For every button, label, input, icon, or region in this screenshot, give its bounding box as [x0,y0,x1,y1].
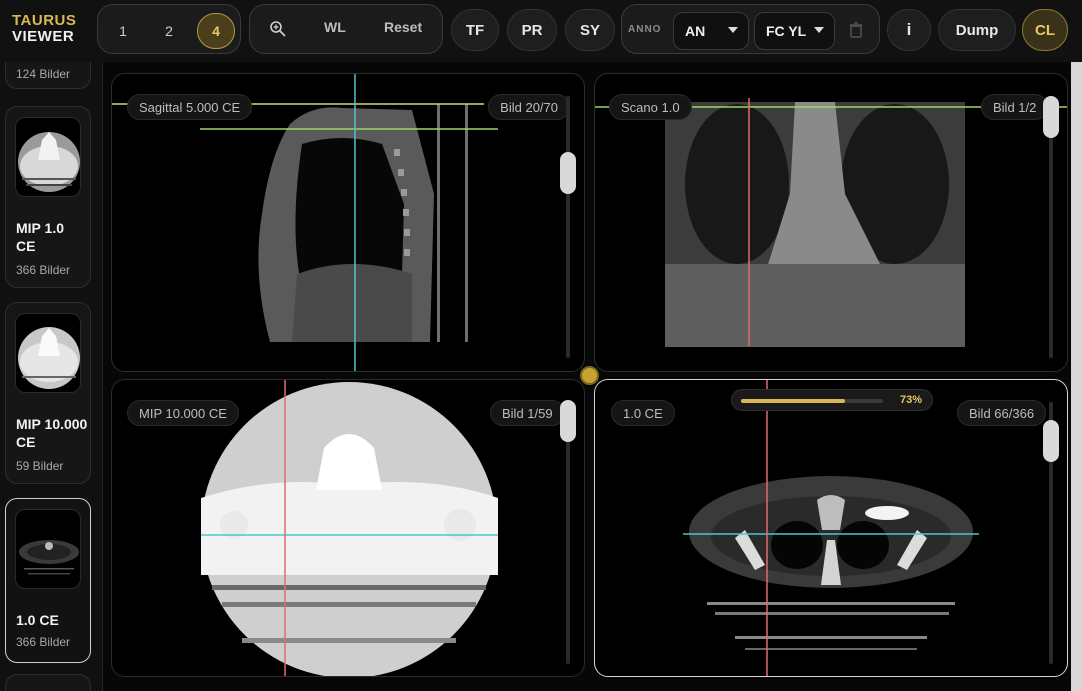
window-scrollbar[interactable] [1071,62,1082,691]
viewport-series-label: Sagittal 5.000 CE [127,94,253,120]
viewport-series-label: 1.0 CE [611,400,675,426]
series-thumbnail [15,313,81,393]
chevron-down-icon [814,27,824,33]
slice-slider-handle[interactable] [560,152,576,194]
viewport-image-counter: Bild 1/59 [490,400,565,426]
chevron-down-icon [728,27,738,33]
layout-group: 1 2 4 [97,4,241,54]
viewport-scano[interactable]: Scano 1.0 Bild 1/2 [594,73,1068,372]
series-title: 1.0 CE [16,612,59,628]
annotation-group: ANNO AN FC YL [621,4,880,54]
series-thumbnail [15,509,81,589]
pr-button[interactable]: PR [507,9,557,51]
series-count: 366 Bilder [16,263,71,277]
layout-2-button[interactable]: 2 [150,13,188,49]
series-count: 366 Bilder [16,635,71,649]
window-level-button[interactable]: WL [324,19,346,35]
series-title: MIP 1.0 CE [16,220,64,254]
annotation-select-value: AN [685,23,706,39]
progress-percent: 73% [899,394,922,406]
dump-button[interactable]: Dump [938,9,1016,51]
series-card[interactable]: 124 Bilder [5,62,91,89]
slice-slider-track[interactable] [566,96,570,358]
tf-button[interactable]: TF [451,9,499,51]
logo-line2: VIEWER [12,28,75,45]
viewport-axial[interactable]: 1.0 CE Bild 66/366 73% [594,379,1068,677]
viewport-image-counter: Bild 20/70 [488,94,570,120]
series-card[interactable] [5,674,91,691]
viewer-app: TAURUS VIEWER 1 2 4 WL Reset TF PR SY AN… [0,0,1082,691]
color-select[interactable]: FC YL [754,12,835,50]
progress-fill [741,399,845,403]
series-card[interactable]: MIP 1.0 CE 366 Bilder [5,106,91,288]
toolbar: TAURUS VIEWER 1 2 4 WL Reset TF PR SY AN… [0,0,1082,62]
viewport-center-handle[interactable] [580,366,599,385]
anno-label: ANNO [628,24,662,35]
slice-slider-handle[interactable] [1043,420,1059,462]
logo-line1: TAURUS [12,12,77,29]
slice-slider-handle[interactable] [1043,96,1059,138]
sy-button[interactable]: SY [565,9,615,51]
loading-progress: 73% [731,389,933,411]
slice-slider-handle[interactable] [560,400,576,442]
viewport-series-label: Scano 1.0 [609,94,692,120]
zoom-in-icon[interactable] [269,20,287,38]
series-sidebar[interactable]: 124 Bilder MIP 1.0 CE 366 Bilder MIP 10.… [0,62,103,691]
cl-button[interactable]: CL [1022,9,1068,51]
series-title: MIP 10.000 CE [16,416,88,450]
reset-button[interactable]: Reset [384,19,422,35]
series-card-selected[interactable]: 1.0 CE 366 Bilder [5,498,91,663]
viewport-mip[interactable]: MIP 10.000 CE Bild 1/59 [111,379,585,677]
series-count: 59 Bilder [16,459,64,473]
info-button[interactable]: i [887,9,931,51]
annotation-select[interactable]: AN [673,12,749,50]
series-count: 124 Bilder [16,67,71,81]
layout-1-button[interactable]: 1 [104,13,142,49]
viewport-image-counter: Bild 1/2 [981,94,1049,120]
app-logo: TAURUS VIEWER [12,13,76,45]
series-card[interactable]: MIP 10.000 CE 59 Bilder [5,302,91,484]
layout-4-button[interactable]: 4 [197,13,235,49]
viewport-series-label: MIP 10.000 CE [127,400,239,426]
viewport-image-counter: Bild 66/366 [957,400,1047,426]
progress-track [741,399,883,403]
color-select-value: FC YL [766,23,807,39]
window-tools-group: WL Reset [249,4,443,54]
series-thumbnail [15,117,81,197]
trash-icon[interactable] [849,22,863,38]
viewport-sagittal[interactable]: Sagittal 5.000 CE Bild 20/70 [111,73,585,372]
